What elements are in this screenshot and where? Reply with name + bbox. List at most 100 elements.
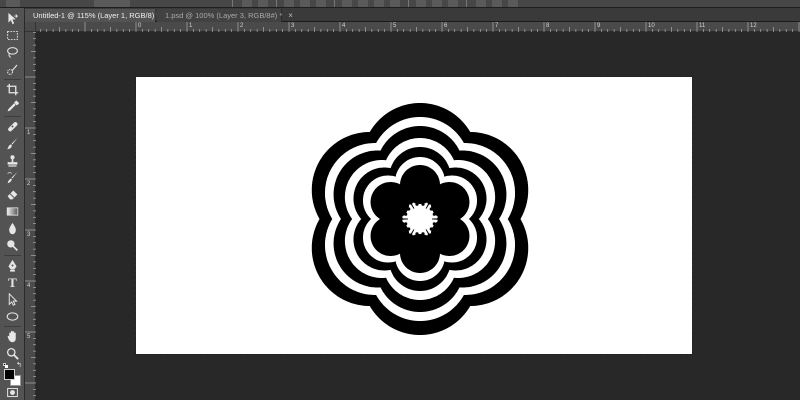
align-button[interactable] (258, 0, 268, 7)
default-colors-icon[interactable] (3, 363, 8, 368)
3d-mode-button[interactable] (492, 0, 502, 7)
move-tool[interactable] (3, 10, 22, 26)
distribute-button[interactable] (432, 0, 442, 7)
eraser-tool[interactable] (3, 186, 22, 202)
gradient-icon (6, 206, 19, 216)
flower-center-speck (432, 190, 436, 194)
gradient-tool[interactable] (3, 203, 22, 219)
tab-1-psd[interactable]: 1.psd @ 100% (Layer 3, RGB/8#) * × (157, 9, 293, 22)
quick-mask-button[interactable] (3, 384, 22, 400)
flower-center-speck (429, 207, 433, 211)
flower-center-speck (373, 201, 377, 205)
flower-center-speck (374, 227, 378, 231)
bandage-icon (8, 121, 18, 131)
flower-center-speck (381, 248, 386, 252)
flower-center-hole (408, 207, 432, 231)
pen-tool[interactable] (3, 257, 22, 273)
options-separator (334, 0, 335, 7)
brush-tool[interactable] (3, 135, 22, 151)
flower-center-speck (408, 201, 412, 205)
flower-center-speck (454, 248, 459, 252)
vertical-ruler[interactable]: 1 2 3 4 5 (25, 32, 36, 400)
flower-center-speck (443, 250, 447, 254)
distribute-button[interactable] (342, 0, 352, 7)
distribute-button[interactable] (416, 0, 426, 7)
flower-center-speck (449, 216, 453, 220)
ruler-label: 2 (27, 181, 31, 187)
lasso-icon (7, 46, 18, 58)
tools-panel: T ↰ (0, 8, 25, 400)
flower-center-speck (408, 233, 412, 237)
align-button[interactable] (284, 0, 294, 7)
shape-tool[interactable] (3, 308, 22, 324)
flower-center-speck (462, 195, 466, 199)
crop-icon (6, 83, 19, 95)
crop-tool[interactable] (3, 81, 22, 97)
flower-center-speck (431, 260, 435, 264)
flower-center-speck (399, 186, 403, 190)
hand-tool[interactable] (3, 328, 22, 344)
quick-select-tool[interactable] (3, 61, 22, 77)
distribute-button[interactable] (448, 0, 458, 7)
flower-center-speck (377, 190, 381, 194)
align-button[interactable] (300, 0, 310, 7)
options-separator (466, 0, 467, 7)
flower-center-speck (463, 233, 467, 237)
distribute-button[interactable] (358, 0, 368, 7)
flower-center-speck (463, 201, 467, 205)
tool-preset-picker[interactable] (6, 0, 20, 7)
flower-center-speck (443, 184, 447, 188)
flower-center-speck (428, 201, 432, 205)
tab-title: Untitled-1 @ 115% (Layer 1, RGB/8) * (33, 11, 160, 20)
tab-title: 1.psd @ 100% (Layer 3, RGB/8#) * (165, 11, 283, 20)
flower-center-speck (393, 250, 397, 254)
flower-center-speck (377, 244, 381, 248)
zoom-tool[interactable] (3, 345, 22, 361)
flower-center-speck (435, 249, 440, 253)
flower-center-blob (430, 186, 465, 220)
tool-separator (4, 255, 21, 256)
swap-colors-icon[interactable]: ↰ (16, 362, 22, 369)
lasso-tool[interactable] (3, 44, 22, 60)
flower-center-speck (404, 212, 408, 216)
3d-mode-button[interactable] (476, 0, 486, 7)
blur-tool[interactable] (3, 220, 22, 236)
align-button[interactable] (242, 0, 252, 7)
close-icon[interactable]: × (288, 11, 293, 20)
eyedropper-tool[interactable] (3, 98, 22, 114)
ruler-label: 7 (495, 23, 499, 29)
flower-center-speck (404, 244, 408, 248)
align-button[interactable] (316, 0, 326, 7)
distribute-button[interactable] (374, 0, 384, 7)
horizontal-ruler[interactable]: 0 1 2 3 4 5 6 7 8 9 10 11 12 (36, 22, 800, 32)
flower-center-speck (462, 227, 466, 231)
flower-center-speck (462, 239, 466, 243)
flower-center-speck (393, 218, 397, 222)
history-brush-tool[interactable] (3, 169, 22, 185)
flower-center-speck (421, 202, 425, 206)
options-dropdown[interactable] (94, 0, 130, 7)
history-brush-icon (7, 171, 18, 183)
ruler-origin[interactable] (25, 22, 36, 32)
flower-center-speck (407, 227, 411, 231)
flower-center-speck (449, 184, 453, 188)
path-select-tool[interactable] (3, 291, 22, 307)
type-tool[interactable]: T (3, 274, 22, 290)
ruler-label: 5 (27, 334, 31, 340)
clone-stamp-tool[interactable] (3, 152, 22, 168)
tab-untitled-1[interactable]: Untitled-1 @ 115% (Layer 1, RGB/8) * × (25, 9, 170, 22)
healing-brush-tool[interactable] (3, 118, 22, 134)
canvas[interactable] (135, 76, 693, 355)
flower-center-speck (427, 234, 431, 238)
foreground-color-swatch[interactable] (4, 369, 15, 380)
zoom-icon (6, 347, 19, 360)
dodge-tool[interactable] (3, 237, 22, 253)
distribute-button[interactable] (390, 0, 400, 7)
type-icon: T (8, 274, 17, 290)
3d-mode-button[interactable] (508, 0, 518, 7)
flower-center-speck (432, 212, 436, 216)
eraser-icon (7, 189, 18, 199)
ruler-label: 3 (291, 23, 295, 29)
marquee-tool[interactable] (3, 27, 22, 43)
ruler-label: 4 (27, 283, 31, 289)
